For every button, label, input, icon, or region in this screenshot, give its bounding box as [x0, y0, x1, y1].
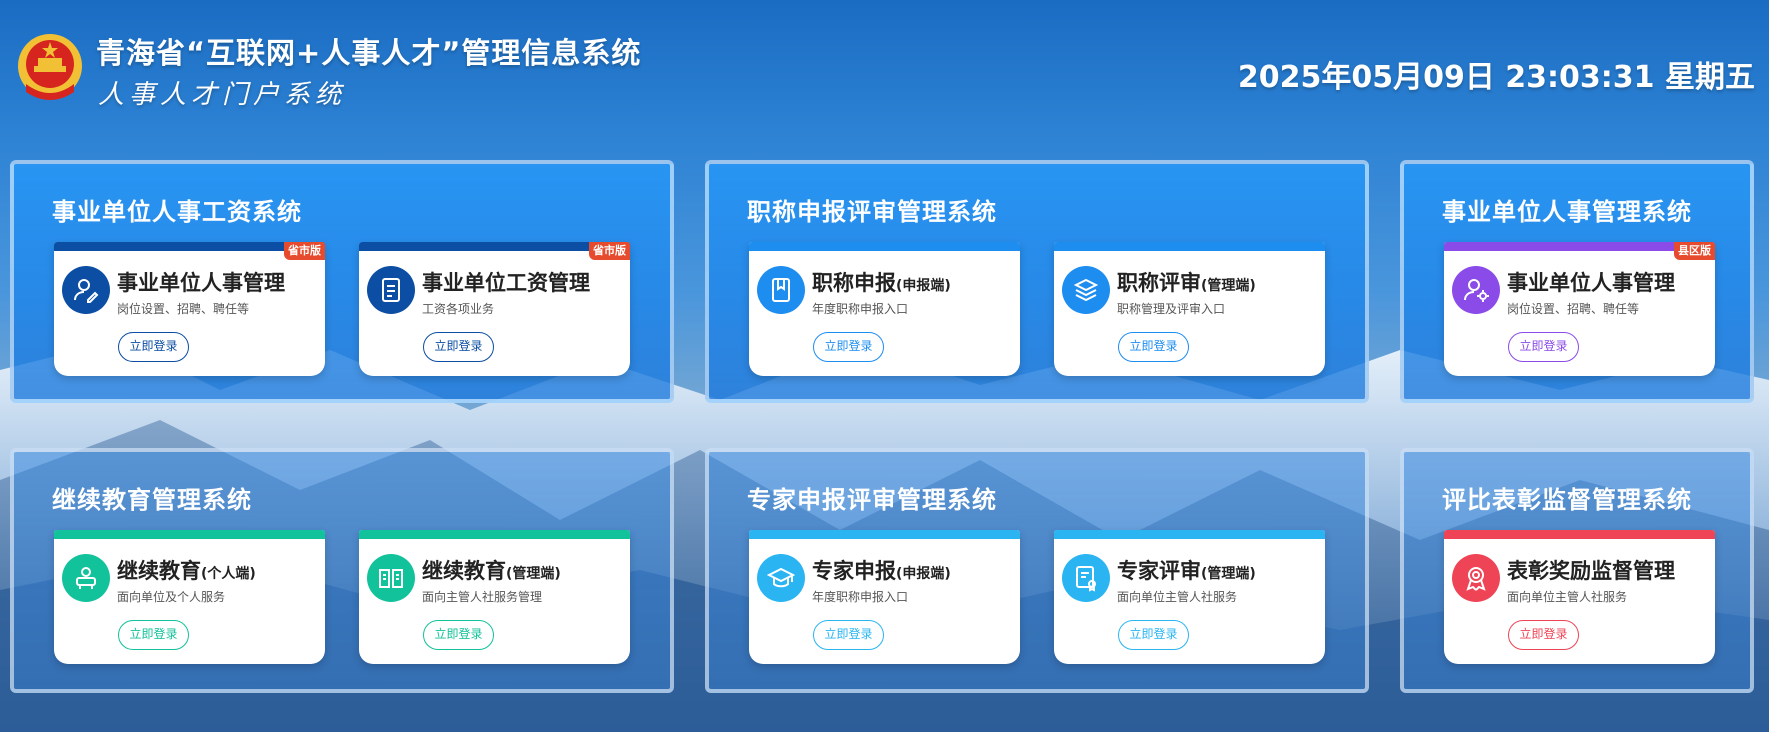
panel-title: 评比表彰监督管理系统 — [1442, 486, 1692, 514]
panel-institution-personnel: 事业单位人事管理系统 县区版 事业单位人事管理 岗位设置、招聘、聘任等 立即登录 — [1400, 160, 1754, 403]
login-button[interactable]: 立即登录 — [118, 620, 189, 650]
card-institution-salary: 省市版 事业单位工资管理 工资各项业务 立即登录 — [359, 242, 630, 376]
card-education-management: 继续教育(管理端) 面向主管人社服务管理 立即登录 — [359, 530, 630, 664]
version-badge: 省市版 — [589, 242, 630, 260]
login-button[interactable]: 立即登录 — [1508, 332, 1579, 362]
card-description: 面向单位主管人社服务 — [1507, 590, 1628, 604]
user-gear-icon — [1452, 266, 1500, 314]
system-subtitle: 人事人才门户系统 — [98, 80, 347, 110]
login-button[interactable]: 立即登录 — [118, 332, 189, 362]
panel-title: 事业单位人事管理系统 — [1442, 198, 1692, 226]
panel-continuing-education: 继续教育管理系统 继续教育(个人端) 面向单位及个人服务 立即登录 继续教育(管… — [10, 448, 674, 693]
user-edit-icon — [62, 266, 110, 314]
card-accent-bar — [749, 530, 1020, 539]
card-accent-bar — [1054, 242, 1325, 251]
card-accent-bar — [749, 242, 1020, 251]
login-button[interactable]: 立即登录 — [813, 620, 884, 650]
login-button[interactable]: 立即登录 — [1508, 620, 1579, 650]
card-title-review: 职称评审(管理端) 职称管理及评审入口 立即登录 — [1054, 242, 1325, 376]
panel-title: 专家申报评审管理系统 — [747, 486, 997, 514]
card-description: 岗位设置、招聘、聘任等 — [117, 302, 250, 316]
card-institution-personnel: 省市版 事业单位人事管理 岗位设置、招聘、聘任等 立即登录 — [54, 242, 325, 376]
layers-icon — [1062, 266, 1110, 314]
login-button[interactable]: 立即登录 — [1118, 620, 1189, 650]
card-name: 职称申报(申报端) — [812, 271, 951, 295]
card-expert-application: 专家申报(申报端) 年度职称申报入口 立即登录 — [749, 530, 1020, 664]
card-accent-bar — [54, 530, 325, 539]
card-name: 事业单位人事管理 — [117, 271, 285, 295]
panel-title: 职称申报评审管理系统 — [747, 198, 997, 226]
certificate-icon — [1062, 554, 1110, 602]
card-description: 面向主管人社服务管理 — [422, 590, 543, 604]
card-name: 事业单位工资管理 — [422, 271, 590, 295]
card-description: 工资各项业务 — [422, 302, 495, 316]
system-title: 青海省“互联网+人事人才”管理信息系统 — [96, 36, 642, 70]
panel-title-evaluation: 职称申报评审管理系统 职称申报(申报端) 年度职称申报入口 立即登录 职称评审(… — [705, 160, 1369, 403]
card-name: 事业单位人事管理 — [1507, 271, 1675, 295]
graduation-cap-icon — [757, 554, 805, 602]
panel-institution-personnel-salary: 事业单位人事工资系统 省市版 事业单位人事管理 岗位设置、招聘、聘任等 立即登录… — [10, 160, 674, 403]
award-ribbon-icon — [1452, 554, 1500, 602]
login-button[interactable]: 立即登录 — [813, 332, 884, 362]
card-accent-bar — [1054, 530, 1325, 539]
card-accent-bar — [1444, 530, 1715, 539]
card-name: 职称评审(管理端) — [1117, 271, 1256, 295]
login-button[interactable]: 立即登录 — [423, 620, 494, 650]
version-badge: 省市版 — [284, 242, 325, 260]
card-description: 年度职称申报入口 — [812, 302, 909, 316]
book-icon — [757, 266, 805, 314]
card-description: 年度职称申报入口 — [812, 590, 909, 604]
version-badge: 县区版 — [1674, 242, 1715, 260]
national-emblem-logo — [16, 32, 84, 102]
card-expert-review: 专家评审(管理端) 面向单位主管人社服务 立即登录 — [1054, 530, 1325, 664]
card-description: 职称管理及评审入口 — [1117, 302, 1226, 316]
page-header: 青海省“互联网+人事人才”管理信息系统 人事人才门户系统 2025年05月09日… — [0, 0, 1769, 120]
login-button[interactable]: 立即登录 — [1118, 332, 1189, 362]
panel-commendation-supervision: 评比表彰监督管理系统 表彰奖励监督管理 面向单位主管人社服务 立即登录 — [1400, 448, 1754, 693]
card-description: 面向单位主管人社服务 — [1117, 590, 1238, 604]
datetime-display: 2025年05月09日 23:03:31 星期五 — [1237, 60, 1755, 95]
document-list-icon — [367, 266, 415, 314]
card-description: 岗位设置、招聘、聘任等 — [1507, 302, 1640, 316]
card-name: 继续教育(个人端) — [117, 559, 256, 583]
card-county-personnel: 县区版 事业单位人事管理 岗位设置、招聘、聘任等 立即登录 — [1444, 242, 1715, 376]
card-name: 继续教育(管理端) — [422, 559, 561, 583]
card-name: 专家申报(申报端) — [812, 559, 951, 583]
card-name: 表彰奖励监督管理 — [1507, 559, 1675, 583]
panel-expert-evaluation: 专家申报评审管理系统 专家申报(申报端) 年度职称申报入口 立即登录 专家评审(… — [705, 448, 1369, 693]
card-education-personal: 继续教育(个人端) 面向单位及个人服务 立即登录 — [54, 530, 325, 664]
login-button[interactable]: 立即登录 — [423, 332, 494, 362]
person-board-icon — [62, 554, 110, 602]
card-title-application: 职称申报(申报端) 年度职称申报入口 立即登录 — [749, 242, 1020, 376]
card-accent-bar — [359, 530, 630, 539]
card-description: 面向单位及个人服务 — [117, 590, 226, 604]
card-name: 专家评审(管理端) — [1117, 559, 1256, 583]
panel-title: 事业单位人事工资系统 — [52, 198, 302, 226]
open-book-icon — [367, 554, 415, 602]
panel-title: 继续教育管理系统 — [52, 486, 252, 514]
card-commendation: 表彰奖励监督管理 面向单位主管人社服务 立即登录 — [1444, 530, 1715, 664]
